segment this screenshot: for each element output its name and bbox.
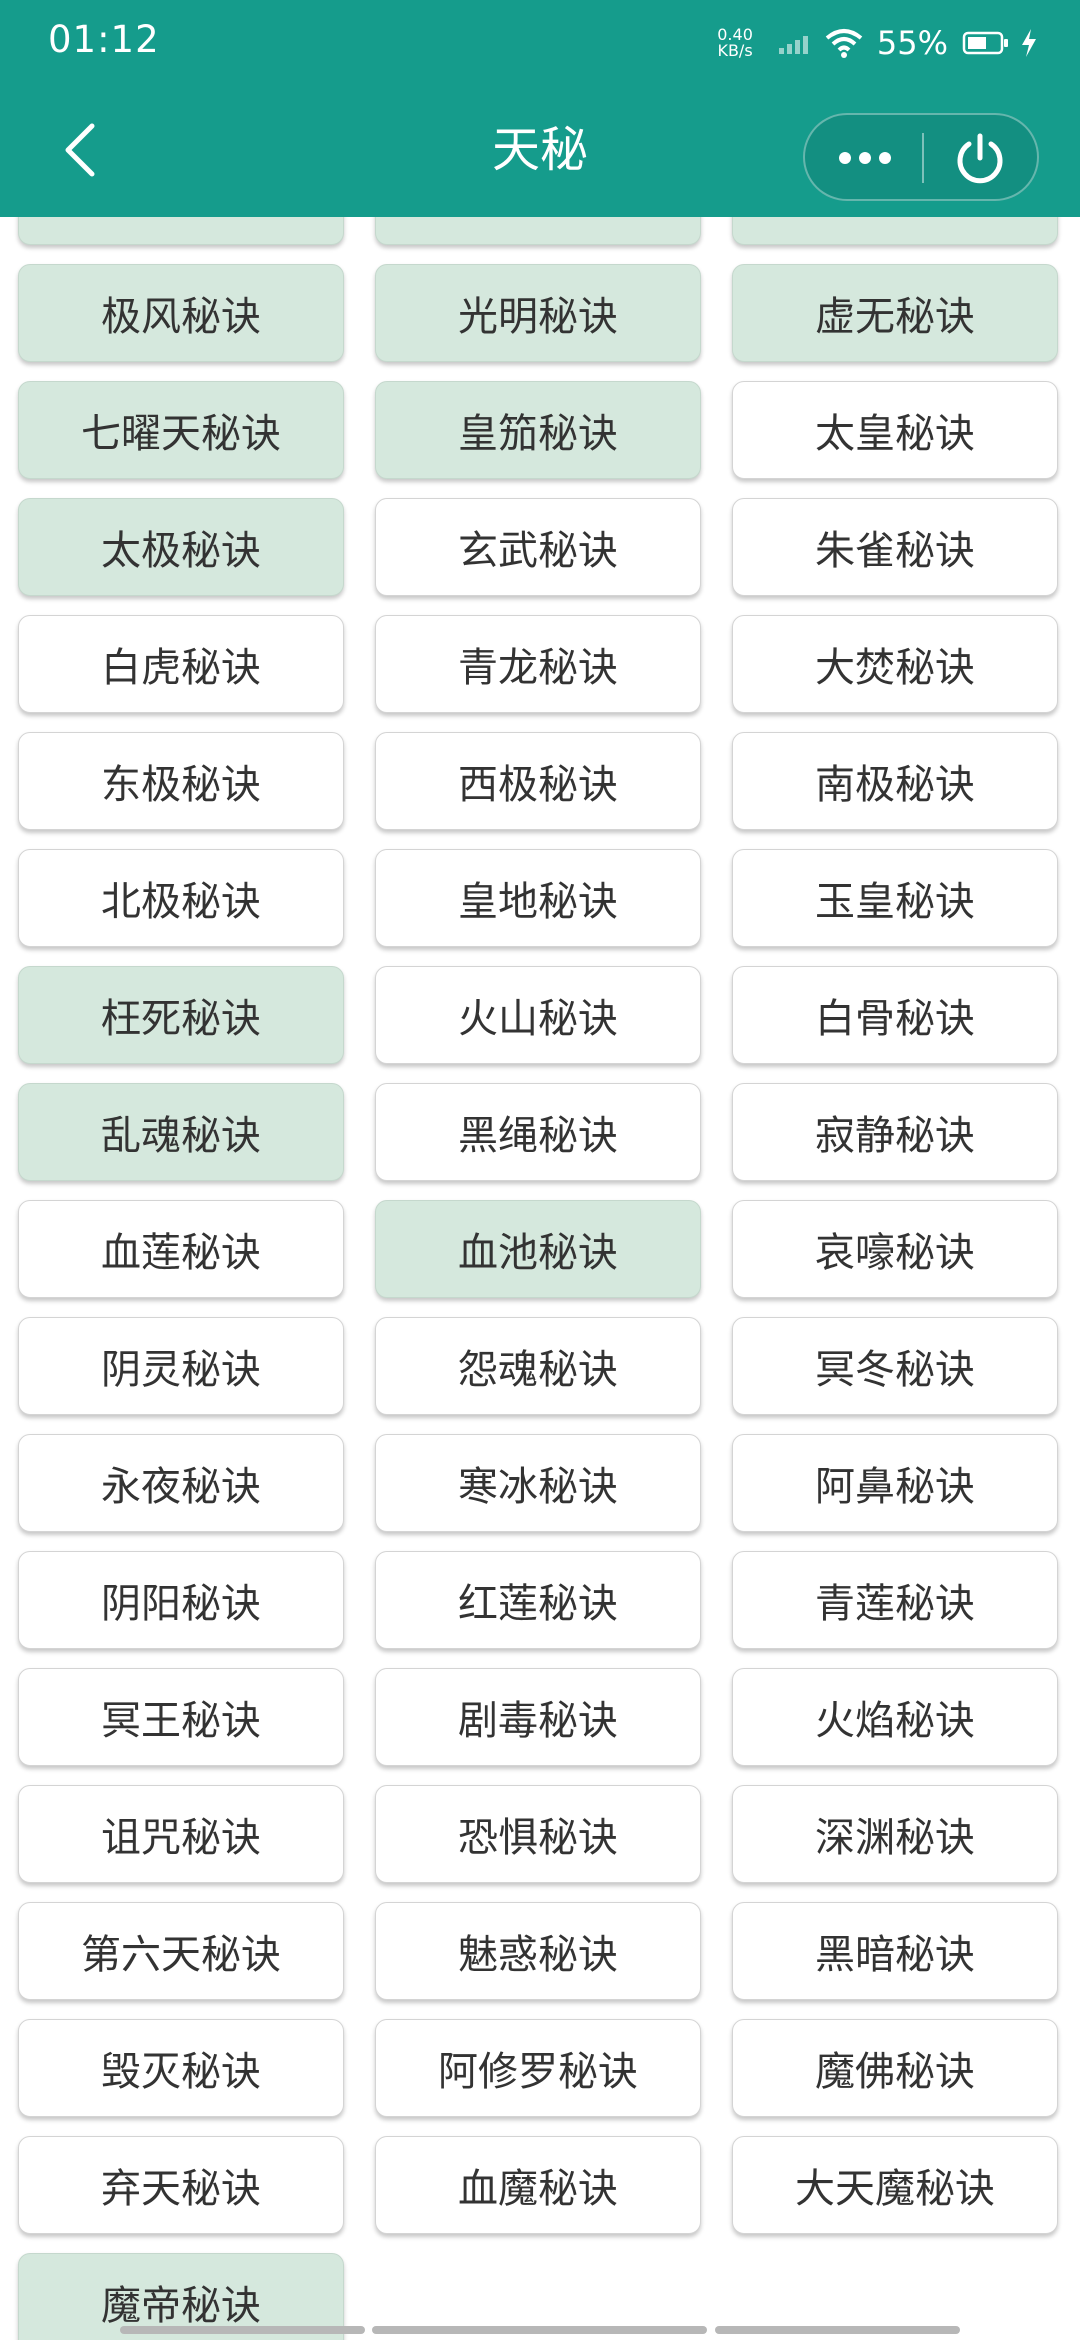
net-speed-indicator: 0.40 KB/s: [717, 27, 753, 59]
secret-item-button[interactable]: 青龙秘诀: [375, 615, 701, 713]
secret-item-button[interactable]: 冥冬秘诀: [732, 1317, 1058, 1415]
power-icon[interactable]: [953, 132, 1007, 186]
scrollbar-segment[interactable]: [715, 2326, 960, 2334]
secret-item-button[interactable]: 恐惧秘诀: [375, 1785, 701, 1883]
secret-item-button[interactable]: 魅惑秘诀: [375, 1902, 701, 2000]
secret-item-button[interactable]: 魔佛秘诀: [732, 2019, 1058, 2117]
secret-item-button[interactable]: 白虎秘诀: [18, 615, 344, 713]
secret-item-button[interactable]: 玄武秘诀: [375, 498, 701, 596]
secret-item-button[interactable]: 红莲秘诀: [375, 1551, 701, 1649]
scrollbar-segment[interactable]: [120, 2326, 365, 2334]
secret-item-button[interactable]: 乱魂秘诀: [18, 1083, 344, 1181]
secret-item-button[interactable]: 寒冰秘诀: [375, 1434, 701, 1532]
secret-item-button[interactable]: 太极秘诀: [18, 498, 344, 596]
secret-item-button[interactable]: 弃天秘诀: [18, 2136, 344, 2234]
secret-item-button[interactable]: 枉死秘诀: [18, 966, 344, 1064]
wifi-icon: [825, 29, 863, 58]
content-area: 极风秘诀 光明秘诀 虚无秘诀七曜天秘诀 皇笳秘诀 太皇秘诀太极秘诀 玄武秘诀 朱雀秘诀白虎秘…: [0, 217, 1080, 2340]
secret-item-button[interactable]: 大焚秘诀: [732, 615, 1058, 713]
secret-item-button[interactable]: 血莲秘诀: [18, 1200, 344, 1298]
battery-icon: [962, 31, 1008, 55]
secret-item-button[interactable]: [18, 217, 344, 245]
secret-item-button[interactable]: 白骨秘诀: [732, 966, 1058, 1064]
secret-item-button[interactable]: 火焰秘诀: [732, 1668, 1058, 1766]
capsule-divider: [922, 133, 924, 183]
secret-item-button[interactable]: 阿鼻秘诀: [732, 1434, 1058, 1532]
secret-item-button[interactable]: 阴阳秘诀: [18, 1551, 344, 1649]
secret-item-button[interactable]: 阿修罗秘诀: [375, 2019, 701, 2117]
secret-item-button[interactable]: 诅咒秘诀: [18, 1785, 344, 1883]
top-bar: 01:12 0.40 KB/s 55% 天秘: [0, 0, 1080, 217]
secret-item-button[interactable]: 寂静秘诀: [732, 1083, 1058, 1181]
charging-icon: [1022, 29, 1036, 57]
net-speed-unit: KB/s: [717, 41, 753, 60]
secret-item-button[interactable]: 毁灭秘诀: [18, 2019, 344, 2117]
secret-item-button[interactable]: 极风秘诀: [18, 264, 344, 362]
scrollbar-segment[interactable]: [372, 2326, 707, 2334]
secret-item-button[interactable]: 西极秘诀: [375, 732, 701, 830]
secret-item-button[interactable]: [732, 217, 1058, 245]
secret-item-button[interactable]: 东极秘诀: [18, 732, 344, 830]
secret-item-button[interactable]: 皇地秘诀: [375, 849, 701, 947]
secret-item-button[interactable]: 深渊秘诀: [732, 1785, 1058, 1883]
secret-item-button[interactable]: 黑绳秘诀: [375, 1083, 701, 1181]
secret-item-button[interactable]: 光明秘诀: [375, 264, 701, 362]
secret-item-button[interactable]: 黑暗秘诀: [732, 1902, 1058, 2000]
secret-item-button[interactable]: 血池秘诀: [375, 1200, 701, 1298]
secret-item-button[interactable]: 七曜天秘诀: [18, 381, 344, 479]
secret-grid: 极风秘诀 光明秘诀 虚无秘诀七曜天秘诀 皇笳秘诀 太皇秘诀太极秘诀 玄武秘诀 朱雀秘诀白虎秘…: [18, 217, 1062, 2340]
secret-item-button[interactable]: 玉皇秘诀: [732, 849, 1058, 947]
secret-item-button[interactable]: 血魔秘诀: [375, 2136, 701, 2234]
secret-item-button[interactable]: 阴灵秘诀: [18, 1317, 344, 1415]
secret-item-button[interactable]: 虚无秘诀: [732, 264, 1058, 362]
secret-item-button[interactable]: 朱雀秘诀: [732, 498, 1058, 596]
capsule-menu: [803, 113, 1039, 201]
status-icons: 0.40 KB/s 55%: [717, 22, 1038, 64]
secret-item-button[interactable]: 大天魔秘诀: [732, 2136, 1058, 2234]
secret-item-button[interactable]: 永夜秘诀: [18, 1434, 344, 1532]
secret-item-button[interactable]: 皇笳秘诀: [375, 381, 701, 479]
signal-icon: [778, 32, 811, 54]
secret-item-button[interactable]: 太皇秘诀: [732, 381, 1058, 479]
secret-item-button[interactable]: 哀嚎秘诀: [732, 1200, 1058, 1298]
battery-percent: 55%: [876, 24, 948, 62]
secret-item-button[interactable]: 剧毒秘诀: [375, 1668, 701, 1766]
status-time: 01:12: [48, 18, 160, 61]
secret-item-button[interactable]: 火山秘诀: [375, 966, 701, 1064]
secret-item-button[interactable]: 怨魂秘诀: [375, 1317, 701, 1415]
secret-item-button[interactable]: 北极秘诀: [18, 849, 344, 947]
secret-item-button[interactable]: 冥王秘诀: [18, 1668, 344, 1766]
more-icon[interactable]: [835, 141, 895, 175]
secret-item-button[interactable]: [375, 217, 701, 245]
secret-item-button[interactable]: 第六天秘诀: [18, 1902, 344, 2000]
secret-item-button[interactable]: 青莲秘诀: [732, 1551, 1058, 1649]
secret-item-button[interactable]: 南极秘诀: [732, 732, 1058, 830]
